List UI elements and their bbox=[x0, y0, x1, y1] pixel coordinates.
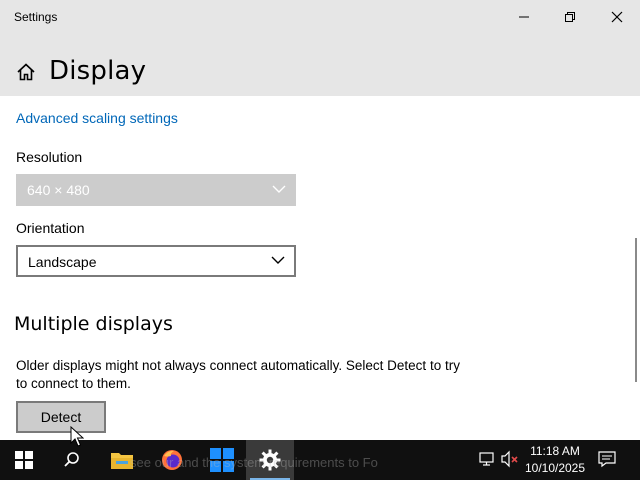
detect-button[interactable]: Detect bbox=[16, 401, 106, 433]
system-clock[interactable]: 11:18 AM 10/10/2025 bbox=[520, 443, 590, 477]
resolution-dropdown[interactable]: 640 × 480 bbox=[16, 174, 296, 206]
chevron-down-icon bbox=[272, 185, 286, 193]
file-explorer-icon bbox=[111, 453, 133, 469]
orientation-value: Landscape bbox=[28, 254, 97, 270]
settings-taskbar-button[interactable] bbox=[246, 440, 294, 480]
notifications-icon[interactable] bbox=[598, 450, 616, 468]
page-title: Display bbox=[49, 56, 147, 86]
resolution-label: Resolution bbox=[16, 149, 83, 165]
network-icon[interactable] bbox=[478, 450, 496, 468]
minimize-icon bbox=[519, 16, 529, 18]
restore-icon bbox=[565, 12, 575, 22]
firefox-icon bbox=[162, 450, 182, 470]
windows-app-icon bbox=[210, 448, 234, 472]
orientation-label: Orientation bbox=[16, 220, 85, 236]
clock-date: 10/10/2025 bbox=[524, 461, 586, 475]
orientation-dropdown[interactable]: Landscape bbox=[16, 245, 296, 277]
scrollbar[interactable] bbox=[635, 238, 637, 382]
clock-time: 11:18 AM bbox=[530, 444, 580, 458]
advanced-scaling-link[interactable]: Advanced scaling settings bbox=[16, 110, 178, 126]
volume-muted-icon[interactable] bbox=[500, 450, 520, 468]
chevron-down-icon bbox=[271, 256, 285, 264]
start-icon bbox=[15, 451, 33, 469]
file-explorer-button[interactable] bbox=[98, 440, 146, 480]
home-icon[interactable] bbox=[16, 62, 36, 82]
settings-icon bbox=[259, 449, 281, 471]
title-bar: Settings bbox=[0, 0, 640, 34]
mouse-cursor-icon bbox=[70, 426, 84, 447]
multiple-displays-heading: Multiple displays bbox=[14, 313, 173, 335]
firefox-button[interactable] bbox=[148, 440, 196, 480]
window-title: Settings bbox=[14, 10, 58, 24]
restore-button[interactable] bbox=[547, 0, 593, 34]
windows-app-button[interactable] bbox=[198, 440, 246, 480]
resolution-value: 640 × 480 bbox=[27, 182, 90, 198]
minimize-button[interactable] bbox=[501, 0, 547, 34]
close-button[interactable] bbox=[594, 0, 640, 34]
search-icon bbox=[64, 452, 79, 467]
close-icon bbox=[611, 11, 623, 23]
start-button[interactable] bbox=[0, 440, 48, 480]
multiple-displays-description: Older displays might not always connect … bbox=[16, 358, 460, 391]
